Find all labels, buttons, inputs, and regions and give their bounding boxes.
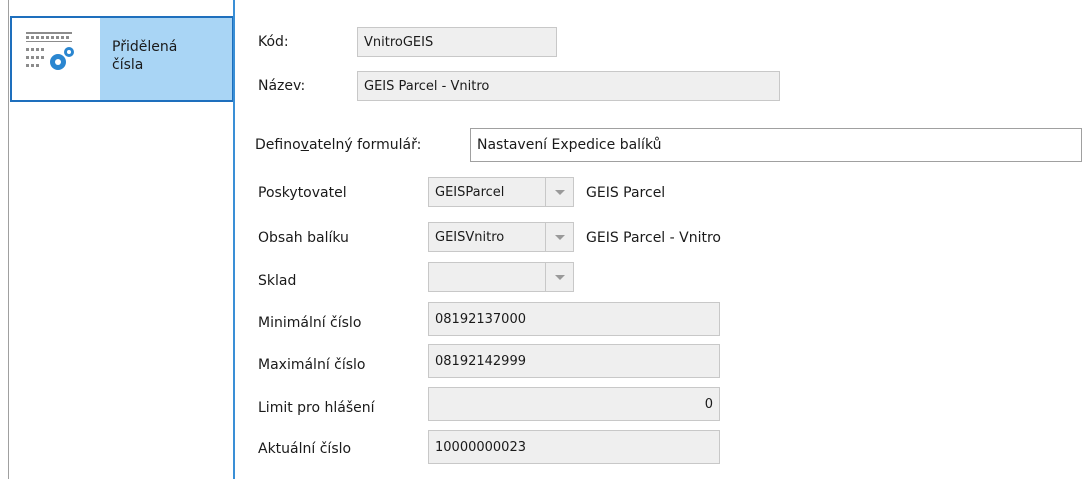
minimalni-cislo-field[interactable]: 08192137000: [428, 302, 720, 336]
poskytovatel-dropdown-button[interactable]: [546, 177, 574, 207]
chevron-down-icon: [554, 274, 565, 280]
poskytovatel-label: Poskytovatel: [258, 185, 347, 201]
sklad-label: Sklad: [258, 273, 297, 289]
sklad-combo[interactable]: [428, 262, 546, 292]
sidebar-item-label-line1: Přidělená: [112, 39, 178, 55]
sidebar-item-label-line2: čísla: [112, 57, 144, 73]
limit-pro-hlaseni-field[interactable]: 0: [428, 387, 720, 421]
definovatelny-formular-label: Definovatelný formulář:: [255, 137, 422, 153]
chevron-down-icon: [554, 189, 565, 195]
limit-pro-hlaseni-label: Limit pro hlášení: [258, 400, 375, 416]
aktualni-cislo-field[interactable]: 10000000023: [428, 430, 720, 464]
sidebar-item-label-box: Přidělená čísla: [100, 18, 232, 100]
aktualni-cislo-label: Aktuální číslo: [258, 441, 352, 457]
kod-field[interactable]: VnitroGEIS: [357, 27, 557, 57]
poskytovatel-combo[interactable]: GEISParcel: [428, 177, 546, 207]
sidebar-separator: [233, 0, 235, 479]
chevron-down-icon: [554, 234, 565, 240]
obsah-baliku-label: Obsah balíku: [258, 230, 349, 246]
window-left-border: [8, 0, 9, 479]
sidebar-item-label: Přidělená čísla: [112, 38, 222, 74]
obsah-baliku-description: GEIS Parcel - Vnitro: [586, 230, 721, 246]
obsah-baliku-combo[interactable]: GEISVnitro: [428, 222, 546, 252]
poskytovatel-description: GEIS Parcel: [586, 185, 666, 201]
maximalni-cislo-label: Maximální číslo: [258, 357, 366, 373]
sidebar-item-pridelena-cisla[interactable]: Přidělená čísla: [10, 16, 234, 102]
definovatelny-formular-field[interactable]: Nastavení Expedice balíků: [470, 128, 1082, 162]
obsah-baliku-dropdown-button[interactable]: [546, 222, 574, 252]
sklad-dropdown-button[interactable]: [546, 262, 574, 292]
minimalni-cislo-label: Minimální číslo: [258, 315, 362, 331]
maximalni-cislo-field[interactable]: 08192142999: [428, 344, 720, 378]
numbers-gear-icon: [26, 32, 74, 70]
sidebar-item-icon-box: [12, 18, 100, 100]
nazev-label: Název:: [258, 78, 306, 94]
nazev-field[interactable]: GEIS Parcel - Vnitro: [357, 71, 780, 101]
kod-label: Kód:: [258, 34, 289, 50]
